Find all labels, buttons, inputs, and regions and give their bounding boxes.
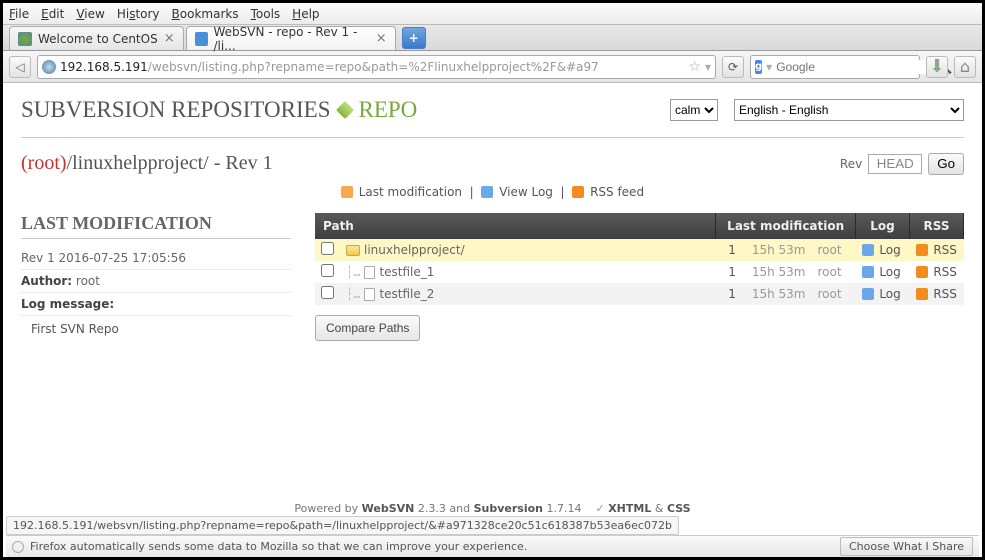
log-icon xyxy=(481,186,493,198)
pencil-icon xyxy=(341,186,353,198)
compare-paths-button[interactable]: Compare Paths xyxy=(315,315,420,341)
tab-label: Welcome to CentOS xyxy=(38,32,158,46)
css-link[interactable]: CSS xyxy=(667,502,691,515)
menu-help[interactable]: Help xyxy=(292,7,319,21)
path-link[interactable]: testfile_2 xyxy=(379,287,434,301)
back-button[interactable]: ◁ xyxy=(9,56,31,78)
tab-websvn[interactable]: WebSVN - repo - Rev 1 - /li... × xyxy=(186,26,396,50)
rss-icon xyxy=(916,288,928,300)
row-checkbox[interactable] xyxy=(321,242,334,255)
rev-input[interactable] xyxy=(868,154,922,174)
new-tab-button[interactable]: + xyxy=(402,27,426,49)
downloads-button[interactable]: ⬇ xyxy=(926,56,948,78)
tab-label: WebSVN - repo - Rev 1 - /li... xyxy=(214,25,370,53)
choose-share-button[interactable]: Choose What I Share xyxy=(840,537,973,556)
file-icon xyxy=(364,288,375,301)
theme-select[interactable]: calm xyxy=(670,99,718,121)
log-link[interactable]: Log xyxy=(879,287,900,301)
table-row: linuxhelpproject/115h 53mroot Log RSS xyxy=(315,239,964,261)
xhtml-link[interactable]: XHTML xyxy=(608,502,651,515)
rss-icon xyxy=(916,266,928,278)
bookmark-star-icon[interactable]: ☆ xyxy=(688,59,701,75)
url-bar[interactable]: 192.168.5.191/websvn/listing.php?repname… xyxy=(37,55,716,79)
log-message-label: Log message: xyxy=(21,293,291,316)
tab-centos[interactable]: Welcome to CentOS × xyxy=(9,26,184,50)
search-bar[interactable]: g ▾ 🔍 xyxy=(750,55,920,79)
path-link[interactable]: testfile_1 xyxy=(379,265,434,279)
rss-link[interactable]: RSS xyxy=(933,265,957,279)
rss-icon xyxy=(916,244,928,256)
subversion-link[interactable]: Subversion xyxy=(474,502,543,515)
close-icon[interactable]: × xyxy=(164,31,175,46)
action-links: Last modification | View Log | RSS feed xyxy=(21,185,964,199)
menu-view[interactable]: View xyxy=(76,7,104,21)
breadcrumb: (root)/linuxhelpproject/ - Rev 1 xyxy=(21,152,273,175)
notice-text: Firefox automatically sends some data to… xyxy=(30,540,527,553)
globe-icon xyxy=(42,60,56,74)
data-notice-bar: Firefox automatically sends some data to… xyxy=(6,535,979,557)
log-icon xyxy=(862,266,874,278)
col-lastmod: Last modification xyxy=(716,213,856,239)
websvn-link[interactable]: WebSVN xyxy=(362,502,415,515)
rev-label: Rev xyxy=(840,157,862,171)
log-icon xyxy=(862,288,874,300)
log-link[interactable]: Log xyxy=(879,265,900,279)
menu-edit[interactable]: Edit xyxy=(41,7,64,21)
col-path: Path xyxy=(315,213,716,239)
col-log: Log xyxy=(856,213,910,239)
menu-tools[interactable]: Tools xyxy=(251,7,281,21)
repo-icon xyxy=(335,101,353,119)
author-field: Author: root xyxy=(21,270,291,293)
log-icon xyxy=(862,244,874,256)
rss-feed-link[interactable]: RSS feed xyxy=(590,185,644,199)
file-icon xyxy=(364,266,375,279)
root-link[interactable]: (root) xyxy=(21,152,67,174)
sidebar: LAST MODIFICATION Rev 1 2016-07-25 17:05… xyxy=(21,213,291,341)
view-log-link[interactable]: View Log xyxy=(499,185,553,199)
os-menubar: File Edit View History Bookmarks Tools H… xyxy=(3,3,982,25)
row-checkbox[interactable] xyxy=(321,264,334,277)
search-input[interactable] xyxy=(776,60,931,74)
folder-icon xyxy=(346,245,360,256)
rss-icon xyxy=(572,186,584,198)
info-icon xyxy=(12,541,24,553)
log-link[interactable]: Log xyxy=(879,243,900,257)
rss-link[interactable]: RSS xyxy=(933,287,957,301)
page-title: SUBVERSION REPOSITORIES REPO xyxy=(21,97,417,123)
url-dropdown-icon[interactable]: ▾ xyxy=(705,60,711,74)
log-message: First SVN Repo xyxy=(21,316,291,336)
table-row: ┆… testfile_1115h 53mroot Log RSS xyxy=(315,261,964,283)
path-link[interactable]: linuxhelpproject/ xyxy=(364,243,465,257)
row-checkbox[interactable] xyxy=(321,286,334,299)
close-icon[interactable]: × xyxy=(376,31,387,46)
status-bar: 192.168.5.191/websvn/listing.php?repname… xyxy=(6,516,679,535)
url-text: 192.168.5.191/websvn/listing.php?repname… xyxy=(60,60,599,74)
browser-navbar: ◁ 192.168.5.191/websvn/listing.php?repna… xyxy=(3,51,982,83)
page-footer: Powered by WebSVN 2.3.3 and Subversion 1… xyxy=(3,502,982,515)
menu-history[interactable]: History xyxy=(117,7,160,21)
google-icon: g xyxy=(755,60,762,74)
rss-link[interactable]: RSS xyxy=(933,243,957,257)
col-rss: RSS xyxy=(910,213,964,239)
menu-file[interactable]: File xyxy=(9,7,29,21)
go-button[interactable]: Go xyxy=(928,153,964,175)
last-modification-link[interactable]: Last modification xyxy=(359,185,462,199)
table-row: ┆… testfile_2115h 53mroot Log RSS xyxy=(315,283,964,305)
centos-favicon-icon xyxy=(18,32,32,46)
page-content: SUBVERSION REPOSITORIES REPO calm Englis… xyxy=(3,83,982,341)
menu-bookmarks[interactable]: Bookmarks xyxy=(172,7,239,21)
websvn-favicon-icon xyxy=(195,32,208,46)
rev-timestamp: Rev 1 2016-07-25 17:05:56 xyxy=(21,247,291,270)
home-button[interactable]: ⌂ xyxy=(954,56,976,78)
browser-tabbar: Welcome to CentOS × WebSVN - repo - Rev … xyxy=(3,25,982,51)
sidebar-heading: LAST MODIFICATION xyxy=(21,213,291,239)
language-select[interactable]: English - English xyxy=(734,99,964,121)
file-listing: Path Last modification Log RSS linuxhelp… xyxy=(315,213,964,341)
reload-button[interactable]: ⟳ xyxy=(722,56,744,78)
